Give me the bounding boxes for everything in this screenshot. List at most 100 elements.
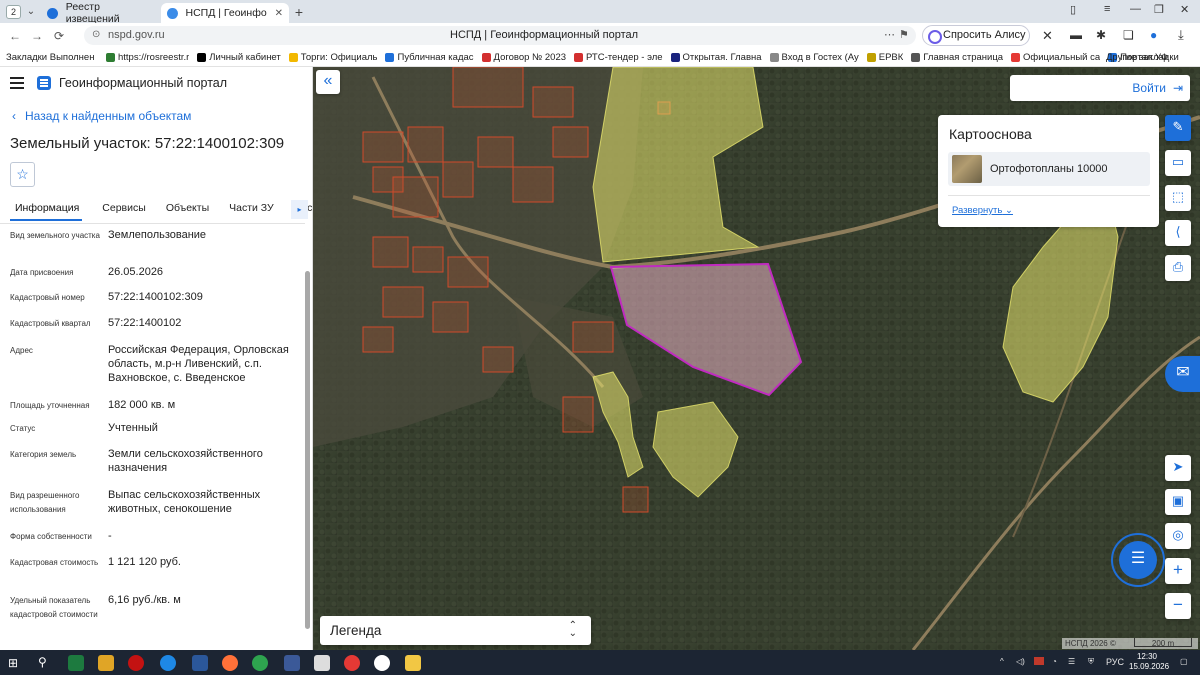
bookmark-item[interactable]: Официальный са xyxy=(1011,52,1100,63)
other-bookmarks[interactable]: Другие закладки xyxy=(1106,52,1179,63)
shield-icon[interactable]: ⛨ xyxy=(1088,657,1094,667)
bookmark-icon[interactable]: ⚑ xyxy=(899,28,909,41)
tab-objects[interactable]: Объекты xyxy=(166,197,209,221)
download-icon[interactable]: ⤓ xyxy=(1178,27,1184,43)
hat-extension-icon[interactable]: ▬ xyxy=(1070,28,1082,42)
basemap-item[interactable]: Ортофотопланы 10000 xyxy=(948,152,1150,186)
info-tabs: Информация Сервисы Объекты Части ЗУ Сост… xyxy=(10,197,312,221)
row-value: Земли сельскохозяйственного назначения xyxy=(108,448,263,474)
scrollbar-thumb[interactable] xyxy=(305,271,310,629)
collections-icon[interactable]: ❏ xyxy=(1123,28,1134,42)
close-tab-icon[interactable]: ✕ xyxy=(275,8,283,19)
mail-icon[interactable] xyxy=(314,655,330,671)
opera-icon[interactable] xyxy=(128,655,144,671)
maximize-icon[interactable]: ❐ xyxy=(1154,3,1164,16)
tab-info[interactable]: Информация xyxy=(10,197,83,221)
tray-app-icon[interactable] xyxy=(1034,657,1044,665)
login-icon: ⇥ xyxy=(1172,81,1183,95)
more-dots-icon[interactable]: ⋯ xyxy=(884,28,895,41)
bookmark-item[interactable]: Вход в Гостех (Ау xyxy=(769,52,859,63)
locate-icon[interactable]: ◎ xyxy=(1165,523,1191,549)
geolocation-icon[interactable]: ➤ xyxy=(1165,455,1191,481)
network-icon[interactable]: ◔ xyxy=(1052,657,1057,666)
puzzle-extension-icon[interactable]: ✱ xyxy=(1096,28,1106,42)
alisa-ai-button[interactable]: Спросить Алису AI xyxy=(922,25,1030,60)
back-to-results-link[interactable]: ‹ Назад к найденным объектам xyxy=(12,109,191,123)
window-menu-icon[interactable]: ≡ xyxy=(1104,3,1110,15)
row-label: Форма собственности xyxy=(10,532,92,541)
minimize-icon[interactable]: — xyxy=(1130,3,1141,15)
app-icon[interactable] xyxy=(98,655,114,671)
browser-tab-nspd[interactable]: НСПД | Геоинформаци ✕ xyxy=(161,3,289,23)
back-arrow-icon[interactable]: ← xyxy=(4,29,26,43)
file-explorer-icon[interactable] xyxy=(405,655,421,671)
new-tab-icon[interactable]: + xyxy=(289,4,309,20)
row-value: 1 121 120 руб. xyxy=(108,556,181,568)
tabs-next-arrow-icon[interactable]: ▸ xyxy=(291,200,308,219)
help-bubble-icon[interactable]: ✉ xyxy=(1165,356,1200,392)
word-icon[interactable] xyxy=(192,655,208,671)
bookmark-item[interactable]: Закладки Выполнен⌄ xyxy=(6,52,98,63)
tab-parts[interactable]: Части ЗУ xyxy=(229,197,274,221)
share-icon[interactable]: ⟨ xyxy=(1165,220,1191,246)
bookmark-item[interactable]: Публичная кадас xyxy=(385,52,474,63)
bookmark-window-icon[interactable]: ▯ xyxy=(1070,3,1076,16)
row-value: - xyxy=(108,530,112,542)
expand-basemap-link[interactable]: Развернуть ⌄ xyxy=(952,205,1013,216)
hamburger-menu-icon[interactable] xyxy=(10,77,24,89)
yandex-browser-icon[interactable] xyxy=(374,655,390,671)
tray-arrow-icon[interactable]: ^ xyxy=(1000,657,1004,666)
volume-icon[interactable]: ◁) xyxy=(1016,657,1025,666)
chat-icon: ☰ xyxy=(1119,541,1157,579)
tab-title: Реестр извещений xyxy=(65,1,120,25)
url-field[interactable]: ⊙ nspd.gov.ru НСПД | Геоинформационный п… xyxy=(84,26,916,45)
close-window-icon[interactable]: ✕ xyxy=(1180,3,1189,16)
expand-collapse-icon: ⌃ ⌄ xyxy=(568,620,577,639)
select-area-tool-icon[interactable]: ⬚ xyxy=(1165,185,1191,211)
bookmark-item[interactable]: Открытая. Главна xyxy=(670,52,762,63)
layers-tool-icon[interactable]: ✎ xyxy=(1165,115,1191,141)
notification-icon[interactable]: ▢ xyxy=(1180,657,1188,666)
legend-dropdown[interactable]: Легенда ⌃ ⌄ xyxy=(320,616,591,645)
minimap-icon[interactable]: ▣ xyxy=(1165,489,1191,515)
excel-icon[interactable] xyxy=(68,655,84,671)
system-clock[interactable]: 12:30 15.09.2026 xyxy=(1129,652,1169,672)
bookmark-item[interactable]: https://rosreestr.r xyxy=(106,52,189,63)
browser-tab-registry[interactable]: Реестр извещений xyxy=(41,1,161,25)
favorite-star-button[interactable]: ☆ xyxy=(10,162,35,187)
print-icon[interactable]: ⎙ xyxy=(1165,255,1191,281)
save-app-icon[interactable] xyxy=(284,655,300,671)
legend-label: Легенда xyxy=(330,623,382,638)
windows-start-icon[interactable]: ⊞ xyxy=(8,655,24,671)
tabs-menu-chevron-icon[interactable]: ⌄ xyxy=(21,6,41,17)
firefox-icon[interactable] xyxy=(222,655,238,671)
zoom-out-button[interactable]: − xyxy=(1165,593,1191,619)
ruler-tool-icon[interactable]: ▭ xyxy=(1165,150,1191,176)
bookmark-item[interactable]: Договор № 2023 xyxy=(481,52,566,63)
reload-icon[interactable]: ⟳ xyxy=(48,29,70,43)
search-icon[interactable]: ⚲ xyxy=(38,655,54,671)
extension-icon[interactable]: ✕ xyxy=(1042,28,1053,44)
login-button[interactable]: Войти ⇥ xyxy=(1010,75,1190,101)
bookmark-item[interactable]: Главная страница xyxy=(911,52,1003,63)
tab-services[interactable]: Сервисы xyxy=(102,197,146,221)
zoom-in-button[interactable]: + xyxy=(1165,558,1191,584)
forward-arrow-icon[interactable]: → xyxy=(26,29,48,43)
lock-icon: ⊙ xyxy=(92,29,101,40)
language-indicator[interactable]: РУС xyxy=(1106,657,1124,667)
wifi-icon[interactable]: ☰ xyxy=(1068,657,1075,666)
profile-extension-icon[interactable]: ● xyxy=(1150,28,1157,42)
chat-button[interactable]: ☰ xyxy=(1111,533,1165,587)
bookmark-item[interactable]: ЕРВК xyxy=(866,52,903,63)
yandex-icon[interactable] xyxy=(344,655,360,671)
collapse-panel-button[interactable]: « xyxy=(316,70,340,94)
bookmark-item[interactable]: РТС-тендер - эле xyxy=(574,52,663,63)
login-label: Войти xyxy=(1132,81,1166,95)
edge-icon[interactable] xyxy=(160,655,176,671)
chrome-icon[interactable] xyxy=(252,655,268,671)
bookmark-favicon-icon xyxy=(574,52,584,62)
panel-scrollbar[interactable] xyxy=(303,225,312,650)
tab-count-badge[interactable]: 2 xyxy=(6,4,21,19)
bookmark-item[interactable]: Личный кабинет xyxy=(197,52,281,63)
bookmark-item[interactable]: Торги: Официаль xyxy=(288,52,377,63)
